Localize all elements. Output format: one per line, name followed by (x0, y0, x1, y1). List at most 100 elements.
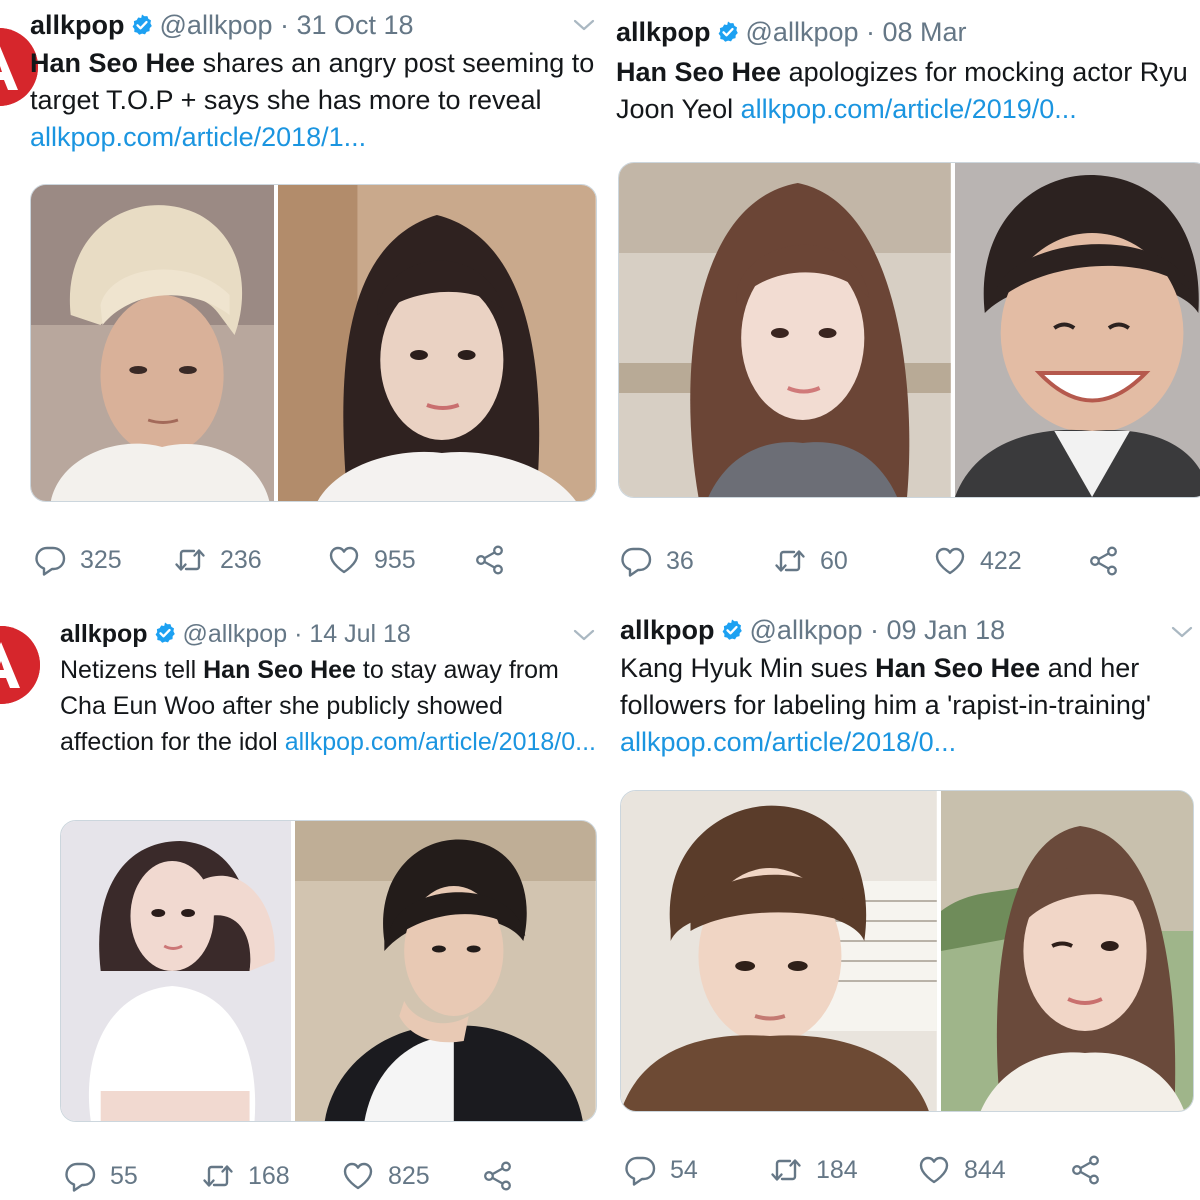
author-name[interactable]: allkpop (60, 620, 148, 648)
retweet-count: 236 (220, 545, 262, 574)
reply-icon (620, 545, 652, 577)
separator: · (862, 615, 887, 645)
author-name[interactable]: allkpop (30, 10, 125, 40)
media-grid[interactable] (60, 820, 597, 1122)
article-link[interactable]: allkpop.com/article/2018/0... (285, 728, 596, 756)
verified-badge-icon (153, 621, 177, 645)
retweet-button[interactable]: 60 (774, 541, 848, 581)
share-icon (482, 1160, 514, 1192)
reply-button[interactable]: 54 (624, 1150, 698, 1190)
article-link[interactable]: allkpop.com/article/2018/1... (30, 122, 366, 152)
author-handle[interactable]: @allkpop (746, 17, 859, 47)
verified-badge-icon (716, 20, 740, 44)
retweet-button[interactable]: 236 (174, 540, 262, 580)
like-button[interactable]: 422 (934, 541, 1022, 581)
retweet-count: 60 (820, 546, 848, 575)
share-icon (1070, 1154, 1102, 1186)
like-button[interactable]: 844 (918, 1150, 1006, 1190)
tweet-date[interactable]: 14 Jul 18 (309, 620, 410, 648)
separator: · (858, 17, 883, 47)
like-count: 844 (964, 1155, 1006, 1184)
reply-button[interactable]: 55 (64, 1156, 138, 1196)
tweet-header: allkpop @allkpop · 08 Mar (616, 15, 967, 49)
separator: · (287, 620, 310, 648)
author-name[interactable]: allkpop (620, 615, 715, 645)
reply-count: 36 (666, 546, 694, 575)
chevron-down-icon[interactable] (572, 17, 596, 33)
media-grid[interactable] (618, 162, 1200, 498)
retweet-button[interactable]: 168 (202, 1156, 290, 1196)
photo-han-seo-hee[interactable] (274, 185, 596, 501)
like-count: 422 (980, 546, 1022, 575)
verified-badge-icon (130, 13, 154, 37)
highlight-name: Han Seo Hee (203, 656, 356, 684)
like-button[interactable]: 825 (342, 1156, 430, 1196)
reply-icon (34, 544, 66, 576)
tweet-header: allkpop @allkpop · 14 Jul 18 (60, 617, 411, 651)
heart-icon (328, 544, 360, 576)
tweet-date[interactable]: 08 Mar (883, 17, 967, 47)
author-handle[interactable]: @allkpop (750, 615, 863, 645)
heart-icon (934, 545, 966, 577)
photo-han-seo-hee[interactable] (619, 163, 951, 497)
heart-icon (342, 1160, 374, 1192)
retweet-icon (174, 544, 206, 576)
photo-top-blond-man[interactable] (31, 185, 275, 501)
photo-han-seo-hee[interactable] (61, 821, 292, 1121)
heart-icon (918, 1154, 950, 1186)
photo-ryu-joon-yeol[interactable] (950, 163, 1200, 497)
chevron-down-icon[interactable] (572, 627, 596, 643)
share-button[interactable] (482, 1156, 514, 1196)
allkpop-logo-icon (0, 626, 40, 704)
share-button[interactable] (1088, 541, 1120, 581)
reply-button[interactable]: 325 (34, 540, 122, 580)
retweet-icon (770, 1154, 802, 1186)
retweet-icon (202, 1160, 234, 1192)
chevron-down-icon[interactable] (1170, 624, 1194, 640)
retweet-button[interactable]: 184 (770, 1150, 858, 1190)
highlight-name: Han Seo Hee (30, 48, 196, 78)
photo-cha-eun-woo[interactable] (291, 821, 596, 1121)
article-link[interactable]: allkpop.com/article/2018/0... (620, 727, 956, 757)
photo-han-seo-hee[interactable] (936, 791, 1193, 1111)
action-bar: 325 236 955 (30, 540, 590, 580)
author-name[interactable]: allkpop (616, 17, 711, 47)
tweet-date[interactable]: 31 Oct 18 (297, 10, 414, 40)
retweet-count: 168 (248, 1161, 290, 1190)
tweet-header: allkpop @allkpop · 09 Jan 18 (620, 613, 1005, 647)
tweet-text: Netizens tell Han Seo Hee to stay away f… (60, 652, 600, 760)
reply-count: 325 (80, 545, 122, 574)
author-handle[interactable]: @allkpop (183, 620, 288, 648)
highlight-name: Han Seo Hee (616, 57, 782, 87)
author-handle[interactable]: @allkpop (160, 10, 273, 40)
action-bar: 54 184 844 (620, 1150, 1180, 1190)
tweet-text: Han Seo Hee apologizes for mocking actor… (616, 54, 1196, 128)
photo-kang-hyuk-min[interactable] (621, 791, 937, 1111)
verified-badge-icon (720, 618, 744, 642)
share-icon (474, 544, 506, 576)
article-link[interactable]: allkpop.com/article/2019/0... (741, 94, 1077, 124)
share-icon (1088, 545, 1120, 577)
action-bar: 55 168 825 (60, 1156, 600, 1196)
separator: · (272, 10, 297, 40)
tweet-text: Han Seo Hee shares an angry post seeming… (30, 45, 602, 156)
retweet-count: 184 (816, 1155, 858, 1184)
media-grid[interactable] (30, 184, 597, 502)
media-grid[interactable] (620, 790, 1194, 1112)
reply-icon (64, 1160, 96, 1192)
reply-count: 54 (670, 1155, 698, 1184)
tweet-text-prefix: Netizens tell (60, 656, 204, 684)
action-bar: 36 60 422 (618, 541, 1178, 581)
like-count: 825 (388, 1161, 430, 1190)
reply-count: 55 (110, 1161, 138, 1190)
tweet-text-prefix: Kang Hyuk Min sues (620, 653, 876, 683)
like-count: 955 (374, 545, 416, 574)
share-button[interactable] (1070, 1150, 1102, 1190)
tweet-date[interactable]: 09 Jan 18 (887, 615, 1006, 645)
reply-button[interactable]: 36 (620, 541, 694, 581)
tweet-header: allkpop @allkpop · 31 Oct 18 (30, 8, 414, 42)
like-button[interactable]: 955 (328, 540, 416, 580)
share-button[interactable] (474, 540, 506, 580)
avatar[interactable] (0, 626, 40, 704)
highlight-name: Han Seo Hee (875, 653, 1041, 683)
